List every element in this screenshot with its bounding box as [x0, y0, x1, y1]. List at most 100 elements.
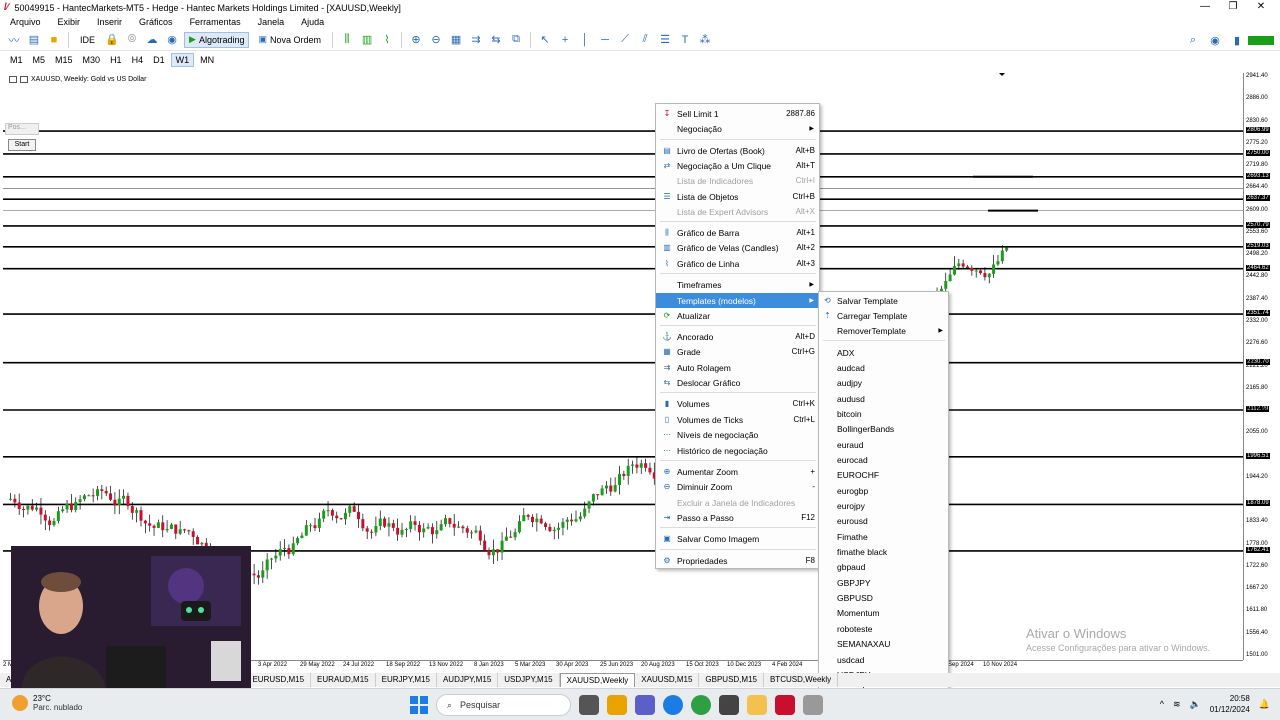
menu-item-negocia-o[interactable]: Negociação ▶ — [656, 121, 819, 136]
candles-icon[interactable]: ▥ — [359, 32, 375, 48]
line-chart-icon[interactable]: ⌇ — [379, 32, 395, 48]
menu-item-gr-fico-de-barra[interactable]: ⫼ Gráfico de Barra Alt+1 — [656, 225, 819, 240]
menu-item-diminuir-zoom[interactable]: ⊖ Diminuir Zoom - — [656, 479, 819, 494]
menu-item-sell-limit-1[interactable]: ↧ Sell Limit 1 2887.86 — [656, 106, 819, 121]
ide-button[interactable]: IDE — [75, 32, 100, 48]
mt5-taskbar-icon[interactable] — [775, 695, 795, 715]
menu-graficos[interactable]: Gráficos — [131, 17, 182, 27]
template-item[interactable]: eurousd — [819, 514, 948, 529]
tf-m15[interactable]: M15 — [51, 54, 77, 66]
chart-tab[interactable]: EURUSD,M15 — [246, 673, 312, 687]
vertical-line-icon[interactable]: │ — [577, 32, 593, 48]
taskview-icon[interactable] — [579, 695, 599, 715]
chart-shift-icon[interactable]: ⇆ — [488, 32, 504, 48]
menu-arquivo[interactable]: Arquivo — [2, 17, 50, 27]
template-item[interactable]: euraud — [819, 437, 948, 452]
notifications-icon[interactable]: 🔔 — [1259, 699, 1270, 710]
template-item[interactable]: GBPUSD — [819, 591, 948, 606]
autoscroll-icon[interactable]: ⇉ — [468, 32, 484, 48]
menu-janela[interactable]: Janela — [250, 17, 294, 27]
chrome-icon[interactable] — [691, 695, 711, 715]
menu-item-volumes[interactable]: ▮ Volumes Ctrl+K — [656, 396, 819, 411]
app-taskbar-icon[interactable] — [803, 695, 823, 715]
chart-tab[interactable]: EURAUD,M15 — [311, 673, 376, 687]
submenu-action-salvar-template[interactable]: ⟲ Salvar Template — [819, 293, 948, 308]
tf-d1[interactable]: D1 — [149, 54, 169, 66]
chart-tab[interactable]: USDJPY,M15 — [498, 673, 560, 687]
chart-tab[interactable]: EURJPY,M15 — [376, 673, 437, 687]
lock-icon[interactable]: 🔒 — [104, 32, 120, 48]
position-box[interactable]: Pos... — [5, 123, 39, 135]
menu-item-grade[interactable]: ▦ Grade Ctrl+G — [656, 344, 819, 359]
tile-icon[interactable]: ▦ — [448, 32, 464, 48]
menu-item-hist-rico-de-negocia-o[interactable]: ⋯ Histórico de negociação — [656, 443, 819, 458]
maximize-button[interactable]: ❐ — [1218, 0, 1248, 15]
widgets-icon[interactable] — [607, 695, 627, 715]
template-item[interactable]: eurocad — [819, 452, 948, 467]
menu-item-n-veis-de-negocia-o[interactable]: ⋯ Níveis de negociação — [656, 427, 819, 442]
shapes-icon[interactable]: ⁂ — [697, 32, 713, 48]
signal-icon[interactable]: ⦾ — [124, 32, 140, 48]
template-item[interactable]: audcad — [819, 360, 948, 375]
zoom-out-icon[interactable]: ⊖ — [428, 32, 444, 48]
template-item[interactable]: fimathe black — [819, 545, 948, 560]
menu-item-timeframes[interactable]: Timeframes ▶ — [656, 277, 819, 292]
algotrading-button[interactable]: ▶ Algotrading — [184, 31, 250, 48]
edge-icon[interactable] — [663, 695, 683, 715]
menu-exibir[interactable]: Exibir — [50, 17, 90, 27]
chatgpt-icon[interactable] — [719, 695, 739, 715]
template-item[interactable]: EUROCHF — [819, 468, 948, 483]
tf-m30[interactable]: M30 — [79, 54, 105, 66]
template-item[interactable]: gbpaud — [819, 560, 948, 575]
windows-start-icon[interactable] — [410, 696, 428, 714]
menu-item-auto-rolagem[interactable]: ⇉ Auto Rolagem — [656, 360, 819, 375]
horizontal-line-icon[interactable]: ─ — [597, 32, 613, 48]
new-order-button[interactable]: ▣ Nova Ordem — [253, 32, 326, 48]
template-item[interactable]: Momentum — [819, 606, 948, 621]
close-button[interactable]: ✕ — [1246, 0, 1276, 15]
volume-icon[interactable]: 🔈 — [1190, 699, 1201, 710]
menu-item-livro-de-ofertas-book[interactable]: ▤ Livro de Ofertas (Book) Alt+B — [656, 143, 819, 158]
menu-item-volumes-de-ticks[interactable]: ▯ Volumes de Ticks Ctrl+L — [656, 412, 819, 427]
template-item[interactable]: roboteste — [819, 621, 948, 636]
channel-icon[interactable]: ⫽ — [637, 32, 653, 48]
template-item[interactable]: bitcoin — [819, 406, 948, 421]
wifi-icon[interactable]: ≋ — [1173, 699, 1181, 710]
chart-tab[interactable]: XAUUSD,M15 — [635, 673, 700, 687]
menu-item-atualizar[interactable]: ⟳ Atualizar — [656, 308, 819, 323]
menu-item-salvar-como-imagem[interactable]: ▣ Salvar Como Imagem — [656, 531, 819, 546]
tray-chevron-icon[interactable]: ^ — [1160, 699, 1164, 709]
menu-ferramentas[interactable]: Ferramentas — [182, 17, 250, 27]
template-item[interactable]: audusd — [819, 391, 948, 406]
cursor-icon[interactable]: ↖ — [537, 32, 553, 48]
menu-item-negocia-o-a-um-clique[interactable]: ⇄ Negociação a Um Clique Alt+T — [656, 158, 819, 173]
menu-item-propriedades[interactable]: ⚙ Propriedades F8 — [656, 553, 819, 568]
teams-icon[interactable] — [635, 695, 655, 715]
file-explorer-icon[interactable] — [747, 695, 767, 715]
menu-ajuda[interactable]: Ajuda — [293, 17, 333, 27]
start-button[interactable]: Start — [8, 139, 36, 151]
chart-tab[interactable]: GBPUSD,M15 — [699, 673, 764, 687]
tf-mn[interactable]: MN — [196, 54, 218, 66]
chart-tab[interactable]: BTCUSD,Weekly — [764, 673, 839, 687]
chart-tab[interactable]: AUDJPY,M15 — [437, 673, 499, 687]
template-item[interactable]: ADX — [819, 345, 948, 360]
template-item[interactable]: Fimathe — [819, 529, 948, 544]
menu-item-gr-fico-de-linha[interactable]: ⌇ Gráfico de Linha Alt+3 — [656, 256, 819, 271]
globe-icon[interactable]: ◉ — [164, 32, 180, 48]
bar-chart-icon[interactable]: ⫼ — [339, 32, 355, 48]
zoom-in-icon[interactable]: ⊕ — [408, 32, 424, 48]
fibo-icon[interactable]: ☰ — [657, 32, 673, 48]
template-item[interactable]: eurojpy — [819, 499, 948, 514]
menu-item-templates-modelos[interactable]: Templates (modelos) ▶ — [656, 293, 819, 308]
menu-item-lista-de-objetos[interactable]: ☰ Lista de Objetos Ctrl+B — [656, 189, 819, 204]
tf-m5[interactable]: M5 — [29, 54, 50, 66]
template-item[interactable]: SEMANAXAU — [819, 637, 948, 652]
search-icon[interactable]: ⌕ — [1185, 32, 1201, 48]
profiles-icon[interactable]: ■ — [46, 32, 62, 48]
weather-widget[interactable]: 23°C Parc. nublado — [12, 694, 82, 712]
chart-type-icon[interactable]: 〰 — [6, 32, 22, 48]
trendline-icon[interactable]: ⟋ — [617, 32, 633, 48]
menu-inserir[interactable]: Inserir — [89, 17, 131, 27]
text-icon[interactable]: T — [677, 32, 693, 48]
